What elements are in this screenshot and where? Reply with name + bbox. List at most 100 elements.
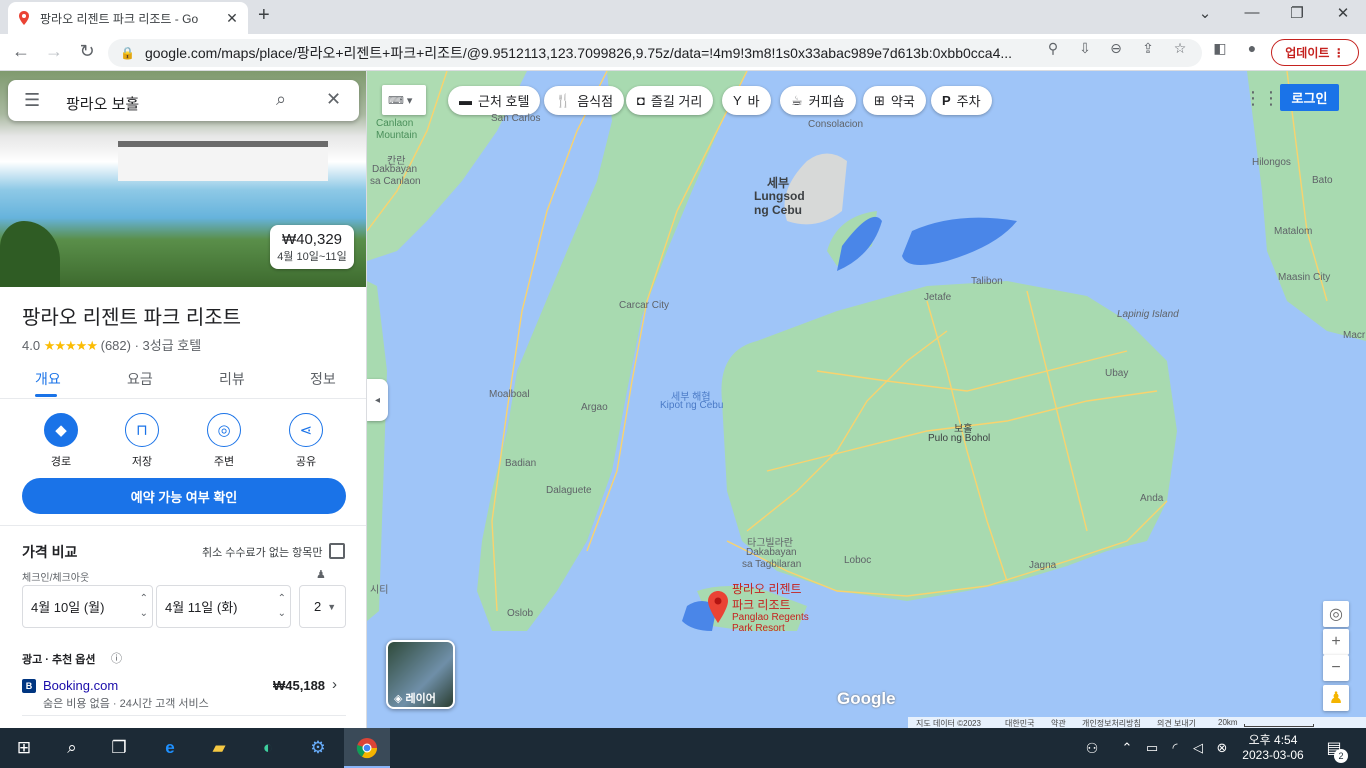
- chip-things-to-do[interactable]: ◘ 즐길 거리: [626, 86, 714, 115]
- date-stepper-icon[interactable]: ⌃ ⌄: [140, 591, 148, 621]
- checkout-select[interactable]: 4월 11일 (화) ⌃ ⌄: [156, 585, 291, 628]
- address-bar[interactable]: 🔒 google.com/maps/place/팡라오+리젠트+파크+리조트/@…: [108, 39, 1202, 67]
- battery-icon[interactable]: ▭: [1140, 736, 1164, 760]
- map-label: Consolacion: [808, 119, 864, 130]
- new-tab-icon[interactable]: +: [258, 4, 270, 27]
- wifi-icon[interactable]: ◜: [1163, 736, 1187, 760]
- zoom-in-icon[interactable]: +: [1323, 629, 1349, 655]
- chevron-right-icon[interactable]: ›: [332, 676, 337, 693]
- tab-search-icon[interactable]: ⌄: [1193, 4, 1217, 22]
- close-tab-icon[interactable]: ✕: [224, 10, 240, 27]
- tab-about[interactable]: 정보: [310, 369, 336, 389]
- profile-icon[interactable]: ●: [1242, 40, 1262, 56]
- info-icon[interactable]: ⓘ: [111, 650, 122, 666]
- layers-button[interactable]: ◈ 레이어: [386, 640, 455, 709]
- sidepanel-icon[interactable]: ◧: [1210, 40, 1230, 57]
- booking-link[interactable]: Booking.com: [43, 678, 118, 693]
- people-icon[interactable]: ⚇: [1080, 736, 1104, 760]
- ie-icon[interactable]: e: [158, 736, 182, 760]
- close-window-icon[interactable]: ✕: [1331, 4, 1355, 22]
- divider: [0, 525, 366, 526]
- volume-icon[interactable]: ◁: [1186, 736, 1210, 760]
- tab-overview[interactable]: 개요: [35, 369, 61, 389]
- pin-label[interactable]: 팡라오 리젠트: [732, 580, 802, 597]
- tray-chevron-icon[interactable]: ⌃: [1115, 736, 1139, 760]
- palm-shape: [0, 221, 60, 287]
- share-icon[interactable]: ⇪: [1138, 40, 1158, 57]
- tab-reviews[interactable]: 리뷰: [219, 369, 245, 389]
- pin-label[interactable]: Panglao Regents: [732, 612, 809, 623]
- free-cancel-checkbox[interactable]: [329, 543, 345, 559]
- checkin-value: 4월 10일 (월): [31, 600, 105, 615]
- chip-parking[interactable]: P 주차: [931, 86, 992, 115]
- menu-icon[interactable]: ☰: [24, 90, 40, 111]
- windows-start-icon[interactable]: ⊞: [12, 736, 36, 760]
- booking-logo-icon: B: [22, 679, 36, 693]
- location-icon[interactable]: ⚲: [1043, 40, 1063, 57]
- keyboard-icon[interactable]: ⌨ ▾: [382, 85, 426, 115]
- tab-prices[interactable]: 요금: [127, 369, 153, 389]
- search-box[interactable]: ☰ 팡라오 보홀 ⌕ ✕: [8, 80, 359, 121]
- file-explorer-icon[interactable]: ▰: [207, 736, 231, 760]
- browser-tab[interactable]: 팡라오 리젠트 파크 리조트 - Go ✕: [8, 2, 248, 34]
- pin-label[interactable]: 파크 리조트: [732, 596, 791, 613]
- map-label: Loboc: [844, 555, 872, 566]
- chip-pharmacy[interactable]: ⊞ 약국: [863, 86, 926, 115]
- forward-icon[interactable]: →: [42, 41, 66, 62]
- check-availability-button[interactable]: 예약 가능 여부 확인: [22, 478, 346, 514]
- save-button[interactable]: ⊓ 저장: [117, 413, 167, 469]
- task-view-icon[interactable]: ❐: [107, 736, 131, 760]
- pin-label[interactable]: Park Resort: [732, 623, 785, 634]
- lock-icon[interactable]: 🔒: [120, 46, 135, 60]
- google-logo: Google: [837, 689, 896, 708]
- chip-label: 바: [747, 94, 760, 109]
- chip-nearby-hotels[interactable]: ▬ 근처 호텔: [448, 86, 541, 115]
- price-badge[interactable]: ₩40,329 4월 10일~11일: [270, 225, 354, 269]
- map-label: Mountain: [376, 130, 418, 141]
- install-icon[interactable]: ⇩: [1075, 40, 1095, 57]
- pegman-icon[interactable]: ♟: [1323, 685, 1349, 711]
- feedback-link[interactable]: 의견 보내기: [1157, 718, 1196, 728]
- maximize-icon[interactable]: ❐: [1285, 4, 1309, 22]
- guests-select[interactable]: 2 ▼: [299, 585, 346, 628]
- active-tab-indicator: [35, 394, 57, 397]
- booking-price[interactable]: ₩45,188: [273, 678, 325, 693]
- checkin-select[interactable]: 4월 10일 (월) ⌃ ⌄: [22, 585, 153, 628]
- chip-bars[interactable]: Y바: [722, 86, 771, 115]
- directions-button[interactable]: ◆ 경로: [36, 413, 86, 469]
- clock[interactable]: 오후 4:54 2023-03-06: [1240, 731, 1306, 762]
- login-button[interactable]: 로그인: [1280, 84, 1339, 111]
- clear-search-icon[interactable]: ✕: [326, 89, 341, 110]
- back-icon[interactable]: ←: [9, 41, 33, 62]
- app-icon[interactable]: ◐: [256, 736, 280, 760]
- chip-coffee[interactable]: ☕ 커피숍: [780, 86, 856, 115]
- zoom-out-icon[interactable]: −: [1323, 655, 1349, 681]
- network-off-icon[interactable]: ⊗: [1210, 736, 1234, 760]
- search-icon[interactable]: ⌕: [276, 89, 286, 110]
- search-input[interactable]: 팡라오 보홀: [66, 93, 139, 114]
- minimize-icon[interactable]: —: [1240, 4, 1264, 21]
- map-pin-icon[interactable]: [708, 591, 728, 623]
- terms-link[interactable]: 약관: [1051, 718, 1066, 728]
- country-link[interactable]: 대한민국: [1005, 718, 1034, 728]
- review-count[interactable]: (682): [101, 338, 131, 353]
- collapse-panel-icon[interactable]: ◂: [367, 379, 388, 421]
- chrome-taskbar-button[interactable]: [344, 728, 390, 768]
- map-label: Carcar City: [619, 300, 670, 311]
- bookmark-star-icon[interactable]: ☆: [1170, 40, 1190, 57]
- settings-app-icon[interactable]: ⚙: [306, 736, 330, 760]
- privacy-link[interactable]: 개인정보처리방침: [1082, 718, 1141, 728]
- date-stepper-icon[interactable]: ⌃ ⌄: [278, 591, 286, 621]
- my-location-icon[interactable]: ◎: [1323, 601, 1349, 627]
- zoom-icon[interactable]: ⊖: [1106, 40, 1126, 57]
- directions-label: 경로: [50, 456, 72, 468]
- chip-restaurants[interactable]: 🍴 음식점: [544, 86, 625, 115]
- scale-label[interactable]: 20km: [1218, 718, 1238, 727]
- search-taskbar-icon[interactable]: ⌕: [60, 736, 84, 760]
- reload-icon[interactable]: ↻: [75, 41, 99, 62]
- share-button[interactable]: ⋖ 공유: [281, 413, 331, 469]
- nearby-button[interactable]: ◎ 주변: [199, 413, 249, 469]
- parking-icon: P: [942, 93, 951, 108]
- map-canvas[interactable]: ⌨ ▾ ▬ 근처 호텔 🍴 음식점 ◘ 즐길 거리 Y바 ☕ 커피숍 ⊞ 약국 P 주차 ⋮…: [367, 71, 1366, 728]
- update-button[interactable]: 업데이트 ⋮: [1271, 39, 1359, 66]
